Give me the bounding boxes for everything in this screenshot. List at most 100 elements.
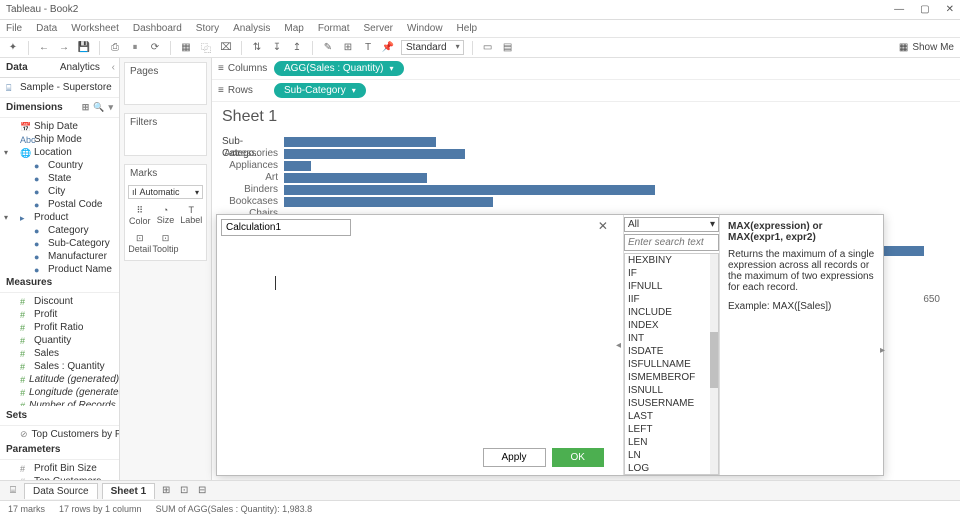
dimension-item[interactable]: ●Postal Code xyxy=(0,198,119,211)
function-item[interactable]: ISMEMBEROF xyxy=(625,371,718,384)
rows-shelf[interactable]: ≡Rows Sub-Category▾ xyxy=(212,80,960,102)
cards-icon[interactable]: ▤ xyxy=(501,41,515,55)
marks-detail[interactable]: ⊡Detail xyxy=(128,230,151,257)
tab-datasource[interactable]: Data Source xyxy=(24,483,98,499)
duplicate-icon[interactable]: ⿻ xyxy=(199,41,213,55)
function-item[interactable]: IIF xyxy=(625,293,718,306)
menu-file[interactable]: File xyxy=(6,23,22,34)
fit-select[interactable]: Standard xyxy=(401,40,464,55)
menu-dashboard[interactable]: Dashboard xyxy=(133,23,182,34)
tab-sheet1[interactable]: Sheet 1 xyxy=(102,483,156,499)
panel-collapse-icon[interactable]: ‹ xyxy=(108,58,119,77)
pause-updates-icon[interactable]: ⏸ xyxy=(128,41,142,55)
close-window-button[interactable]: ✕ xyxy=(946,4,954,15)
function-search-input[interactable] xyxy=(624,234,719,251)
close-icon[interactable]: ✕ xyxy=(598,219,608,233)
filters-card[interactable]: Filters xyxy=(124,113,207,156)
dimension-item[interactable]: ●Category xyxy=(0,224,119,237)
function-item[interactable]: LOG xyxy=(625,462,718,475)
group-icon[interactable]: ⊞ xyxy=(341,41,355,55)
function-item[interactable]: ISFULLNAME xyxy=(625,358,718,371)
measure-item[interactable]: #Longitude (generated) xyxy=(0,386,119,399)
dimension-item[interactable]: ●State xyxy=(0,172,119,185)
measure-item[interactable]: #Sales : Quantity xyxy=(0,360,119,373)
dimension-item[interactable]: ●Manufacturer xyxy=(0,250,119,263)
rows-pill[interactable]: Sub-Category▾ xyxy=(274,83,366,98)
measure-item[interactable]: #Sales xyxy=(0,347,119,360)
ok-button[interactable]: OK xyxy=(552,448,604,467)
sort-asc-icon[interactable]: ↧ xyxy=(270,41,284,55)
redo-icon[interactable]: → xyxy=(57,41,71,55)
sort-desc-icon[interactable]: ↥ xyxy=(290,41,304,55)
menu-format[interactable]: Format xyxy=(318,23,350,34)
marks-label[interactable]: TLabel xyxy=(180,202,204,229)
menu-window[interactable]: Window xyxy=(407,23,443,34)
show-me-button[interactable]: ▦ Show Me xyxy=(899,42,954,53)
menu-server[interactable]: Server xyxy=(364,23,393,34)
function-item[interactable]: INT xyxy=(625,332,718,345)
function-item[interactable]: IFNULL xyxy=(625,280,718,293)
menu-data[interactable]: Data xyxy=(36,23,57,34)
maximize-button[interactable]: ▢ xyxy=(920,4,929,15)
apply-button[interactable]: Apply xyxy=(483,448,546,467)
refresh-icon[interactable]: ⟳ xyxy=(148,41,162,55)
function-category-select[interactable]: All▾ xyxy=(624,217,719,232)
tab-analytics[interactable]: Analytics xyxy=(54,58,108,77)
measure-item[interactable]: #Latitude (generated) xyxy=(0,373,119,386)
menu-story[interactable]: Story xyxy=(196,23,219,34)
function-item[interactable]: ISNULL xyxy=(625,384,718,397)
function-item[interactable]: LEN xyxy=(625,436,718,449)
scrollbar-thumb[interactable] xyxy=(710,332,718,388)
dimension-item[interactable]: ●City xyxy=(0,185,119,198)
function-item[interactable]: INCLUDE xyxy=(625,306,718,319)
menu-help[interactable]: Help xyxy=(457,23,478,34)
function-item[interactable]: LAST xyxy=(625,410,718,423)
tableau-logo-icon[interactable]: ✦ xyxy=(6,41,20,55)
dimension-item[interactable]: ●Sub-Category xyxy=(0,237,119,250)
minimize-button[interactable]: — xyxy=(894,4,904,15)
dimension-item[interactable]: 📅Ship Date xyxy=(0,120,119,133)
pin-icon[interactable]: 📌 xyxy=(381,41,395,55)
chart-bars[interactable] xyxy=(284,136,950,208)
columns-pill[interactable]: AGG(Sales : Quantity)▾ xyxy=(274,61,404,76)
function-item[interactable]: ISDATE xyxy=(625,345,718,358)
tab-data[interactable]: Data xyxy=(0,58,54,77)
undo-icon[interactable]: ← xyxy=(37,41,51,55)
find-icon[interactable]: 🔍 xyxy=(93,102,104,113)
measure-item[interactable]: #Quantity xyxy=(0,334,119,347)
function-item[interactable]: LN xyxy=(625,449,718,462)
pages-card[interactable]: Pages xyxy=(124,62,207,105)
new-sheet-icon[interactable]: ⊞ xyxy=(159,485,173,496)
collapse-right-icon[interactable]: ▸ xyxy=(880,345,885,356)
dimension-item[interactable]: AbcShip Mode xyxy=(0,133,119,146)
function-item[interactable]: IF xyxy=(625,267,718,280)
function-item[interactable]: HEXBINY xyxy=(625,254,718,267)
swap-icon[interactable]: ⇅ xyxy=(250,41,264,55)
save-icon[interactable]: 💾 xyxy=(77,41,91,55)
function-list[interactable]: HEXBINYIFIFNULLIIFINCLUDEINDEXINTISDATEI… xyxy=(624,253,719,475)
dimension-item[interactable]: ●Product Name xyxy=(0,263,119,273)
new-worksheet-icon[interactable]: ▦ xyxy=(179,41,193,55)
text-icon[interactable]: T xyxy=(361,41,375,55)
marks-size[interactable]: ◔Size xyxy=(152,202,178,229)
marks-type-select[interactable]: ılAutomatic xyxy=(128,185,203,199)
highlight-icon[interactable]: ✎ xyxy=(321,41,335,55)
new-dashboard-icon[interactable]: ⊡ xyxy=(177,485,191,496)
menu-map[interactable]: Map xyxy=(284,23,303,34)
menu-worksheet[interactable]: Worksheet xyxy=(71,23,119,34)
marks-tooltip[interactable]: ⊡Tooltip xyxy=(152,230,178,257)
clear-icon[interactable]: ⌧ xyxy=(219,41,233,55)
measure-item[interactable]: #Profit xyxy=(0,308,119,321)
presentation-icon[interactable]: ▭ xyxy=(481,41,495,55)
sheet-title[interactable]: Sheet 1 xyxy=(222,108,950,126)
menu-icon[interactable]: ▾ xyxy=(108,102,113,113)
parameter-item[interactable]: #Profit Bin Size xyxy=(0,462,119,475)
dimension-item[interactable]: 🌐Location xyxy=(0,146,119,159)
function-item[interactable]: ISUSERNAME xyxy=(625,397,718,410)
function-item[interactable]: INDEX xyxy=(625,319,718,332)
calc-editor[interactable] xyxy=(221,240,610,444)
view-data-icon[interactable]: ⊞ xyxy=(82,102,90,113)
menu-analysis[interactable]: Analysis xyxy=(233,23,270,34)
new-datasource-icon[interactable]: ⎙ xyxy=(108,41,122,55)
calc-name-input[interactable] xyxy=(221,219,351,236)
